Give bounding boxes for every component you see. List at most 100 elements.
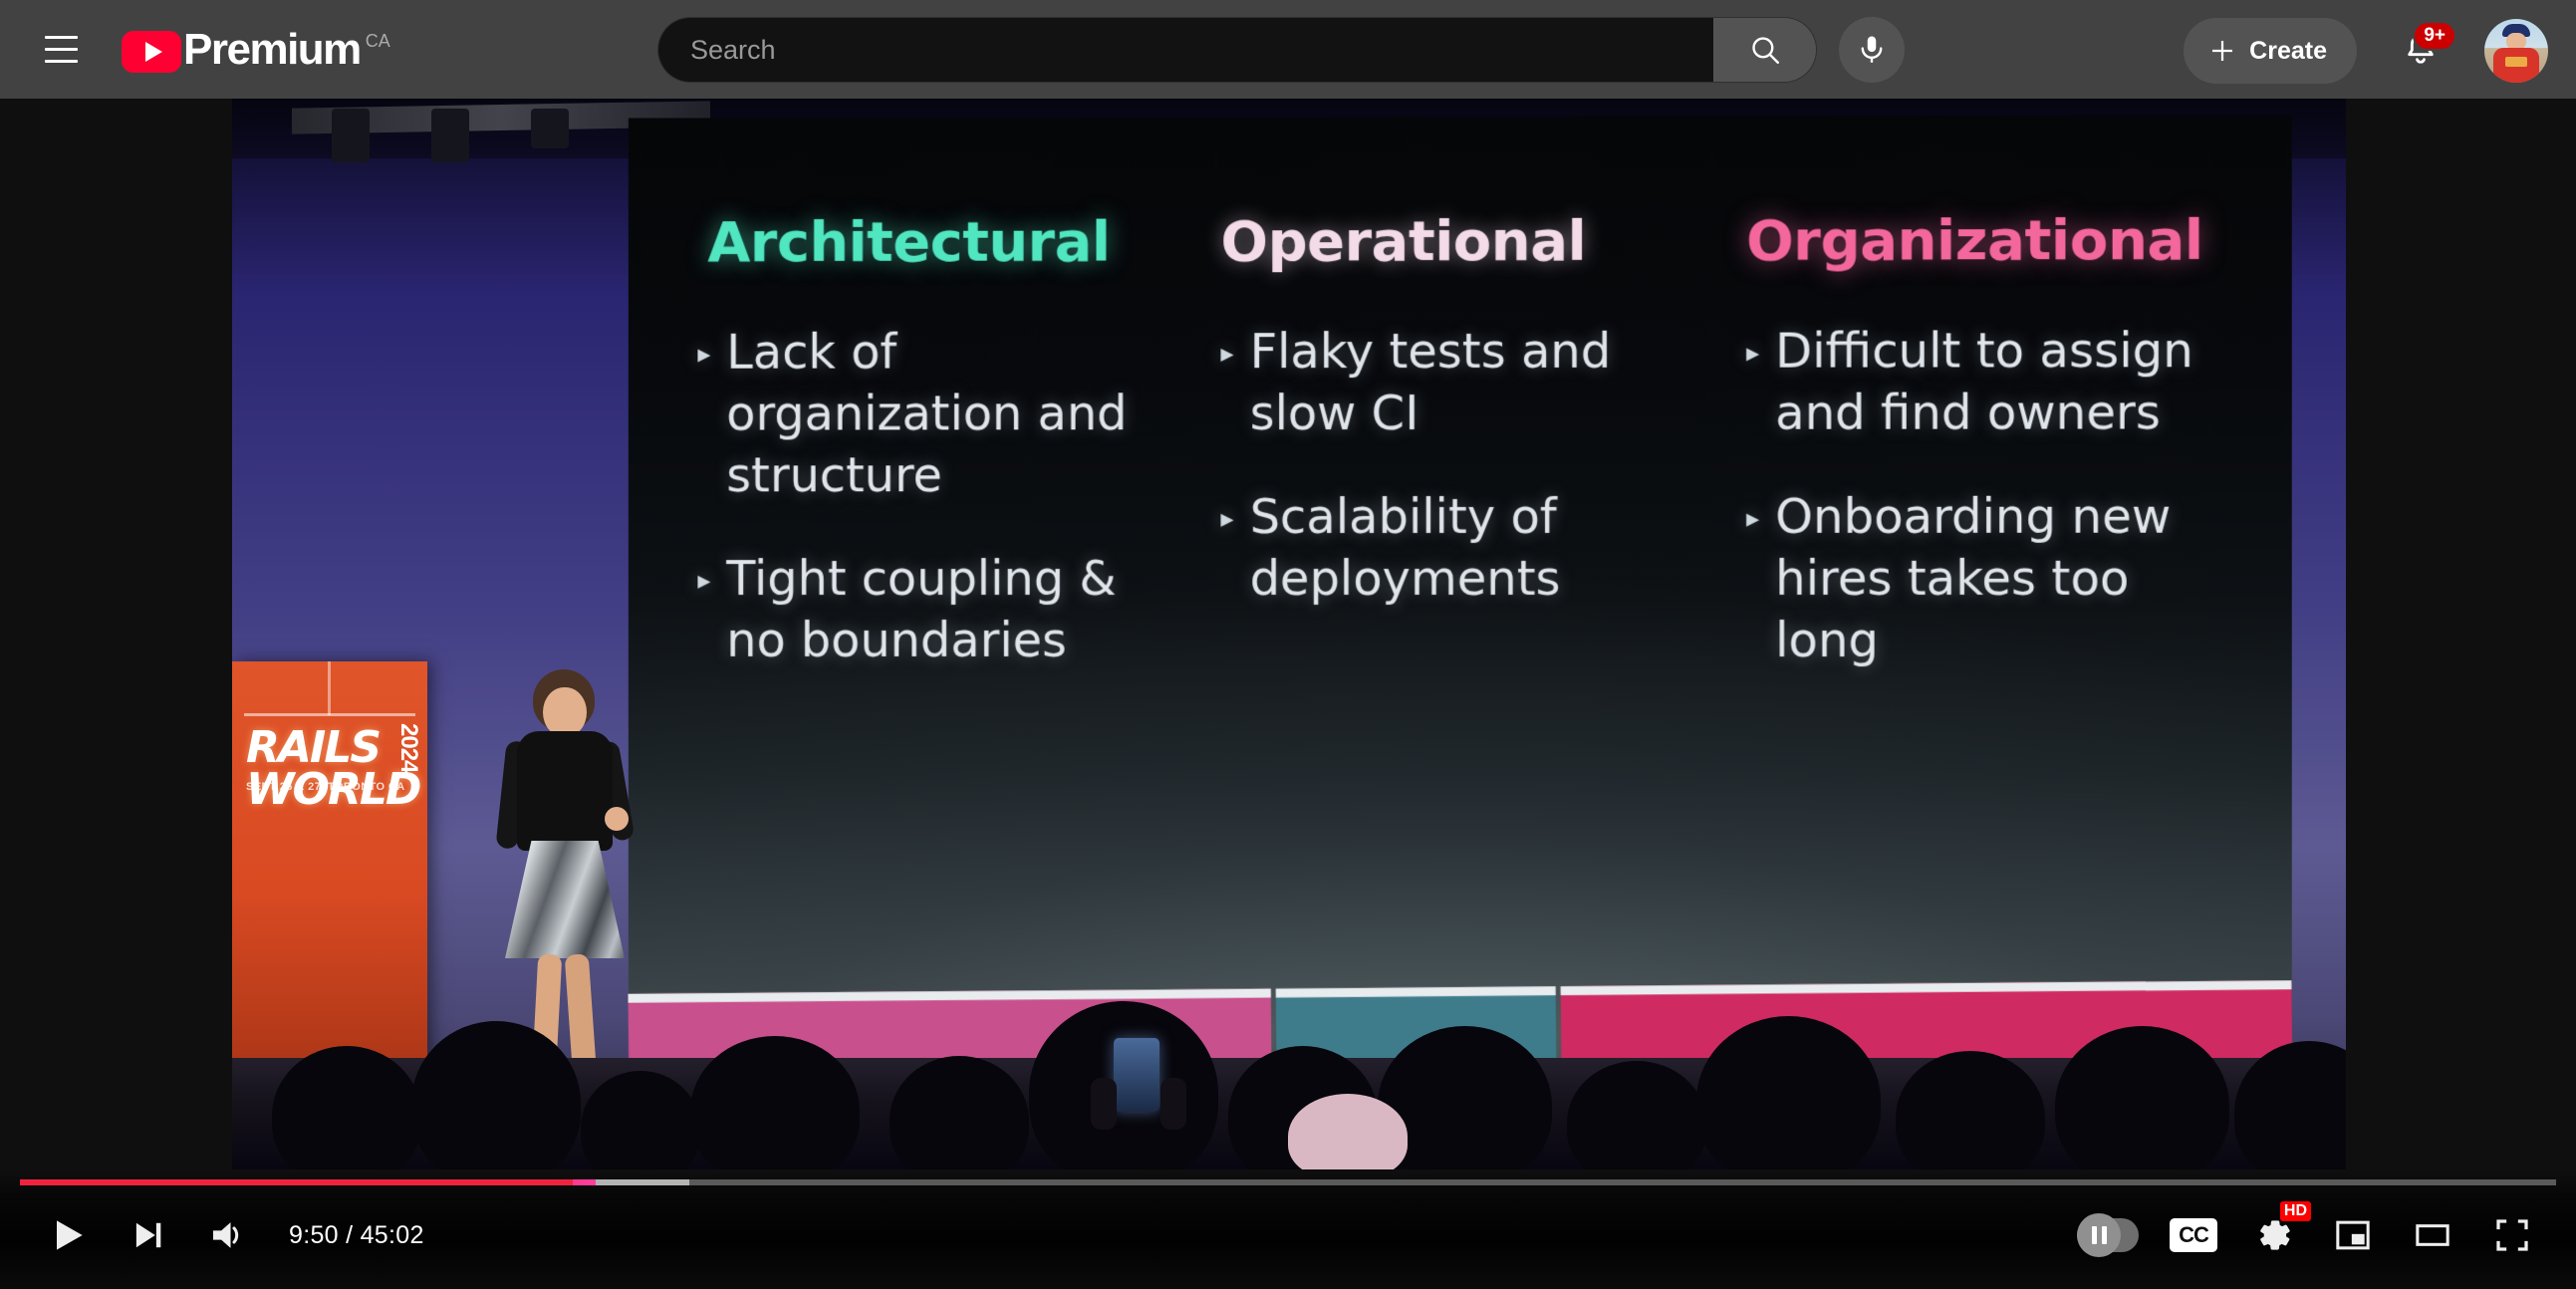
pause-bar [2101, 1226, 2107, 1244]
autoplay-toggle[interactable] [2062, 1195, 2154, 1275]
youtube-play-logo-icon [122, 30, 181, 73]
header-actions: Create 9+ [2184, 13, 2548, 89]
search-submit-button[interactable] [1713, 17, 1817, 83]
stage-light [332, 109, 370, 162]
play-triangle [144, 41, 162, 62]
slide-bullet: ▸ Onboarding new hires takes too long [1746, 486, 2221, 672]
hamburger-line [44, 48, 78, 51]
bullet-marker-icon: ▸ [1745, 503, 1760, 534]
slide-bullet: ▸ Flaky tests and slow CI [1221, 321, 1694, 444]
slide-bullet: ▸ Scalability of deployments [1221, 486, 1694, 610]
hamburger-line [44, 36, 78, 39]
audience-head [1696, 1016, 1881, 1169]
bullet-marker-icon: ▸ [697, 339, 711, 370]
miniplayer-button[interactable] [2313, 1195, 2393, 1275]
column-title: Organizational [1745, 207, 2203, 274]
hamburger-line [44, 60, 78, 63]
audience-head [272, 1046, 421, 1169]
audience-head [1567, 1061, 1706, 1169]
controls-left: 9:50 / 45:02 [28, 1195, 424, 1275]
next-video-button[interactable] [108, 1195, 187, 1275]
bullet-text: Lack of organization and structure [726, 324, 1128, 504]
bullet-text: Scalability of deployments [1249, 488, 1561, 608]
bullet-marker-icon: ▸ [697, 566, 711, 597]
audience-head [690, 1036, 860, 1169]
bullet-text: Flaky tests and slow CI [1249, 323, 1612, 442]
audience-head [2055, 1026, 2229, 1169]
podium-subtitle: SEPT 26 & 27, TORONTO CA [246, 781, 405, 793]
miniplayer-icon [2336, 1220, 2370, 1250]
progress-played [20, 1179, 574, 1185]
audience-hat [1288, 1094, 1408, 1169]
presenter-head [543, 687, 587, 737]
presenter-torso [517, 731, 613, 851]
stage-light [431, 109, 469, 162]
pause-bar [2091, 1226, 2097, 1244]
slide-bullet: ▸ Difficult to assign and find owners [1746, 320, 2221, 444]
cc-icon: CC [2170, 1218, 2217, 1252]
audience-phone [1114, 1038, 1159, 1112]
autoplay-track [2077, 1213, 2139, 1257]
audience-head [411, 1021, 581, 1169]
slide-bullet: ▸ Lack of organization and structure [697, 321, 1168, 506]
video-frame: Architectural ▸ Lack of organization and… [232, 99, 2346, 1169]
audience-hand [1160, 1078, 1186, 1130]
bullet-marker-icon: ▸ [1745, 338, 1760, 369]
avatar-shirt-graphic [2505, 57, 2527, 67]
hamburger-menu-icon[interactable] [28, 17, 94, 83]
notification-badge: 9+ [2413, 21, 2456, 51]
settings-button[interactable]: HD [2233, 1195, 2313, 1275]
cc-label: CC [2179, 1222, 2209, 1247]
audience-head [1896, 1051, 2045, 1169]
audience-head [581, 1071, 700, 1169]
stage-light [531, 109, 569, 148]
plus-icon [2212, 41, 2233, 61]
podium-divider [328, 661, 331, 715]
fullscreen-button[interactable] [2472, 1195, 2552, 1275]
next-icon [135, 1222, 161, 1248]
audience-hand [1091, 1078, 1117, 1130]
presenter-hand [605, 807, 629, 831]
progress-bar[interactable] [20, 1179, 2556, 1185]
slide-bullet: ▸ Tight coupling & no boundaries [697, 548, 1168, 671]
youtube-premium-logo[interactable]: Premium CA [122, 24, 390, 74]
volume-icon [213, 1222, 239, 1248]
bullet-text: Onboarding new hires takes too long [1775, 488, 2172, 669]
theater-icon [2416, 1224, 2449, 1246]
search-input[interactable] [690, 34, 1713, 66]
play-icon [57, 1220, 83, 1250]
audience-head [2234, 1041, 2346, 1169]
magnifier-icon [1751, 37, 1779, 64]
video-player[interactable]: Architectural ▸ Lack of organization and… [0, 99, 2576, 1289]
search-area [657, 17, 1905, 83]
column-title: Operational [1220, 208, 1587, 275]
voice-search-button[interactable] [1839, 17, 1905, 83]
subtitles-button[interactable]: CC [2154, 1195, 2233, 1275]
podium-line-1: RAILS [246, 722, 382, 773]
bullet-marker-icon: ▸ [1220, 504, 1234, 535]
volume-button[interactable] [187, 1195, 267, 1275]
create-button-label: Create [2249, 36, 2327, 65]
bullet-text: Tight coupling & no boundaries [726, 551, 1117, 668]
play-button[interactable] [28, 1195, 108, 1275]
create-button[interactable]: Create [2184, 18, 2357, 84]
notifications-button[interactable]: 9+ [2383, 13, 2458, 89]
brand-wordmark: Premium [183, 24, 362, 74]
podium-wordmark: RAILS WORLD [246, 722, 421, 812]
audience-head [890, 1056, 1029, 1169]
time-display: 9:50 / 45:02 [289, 1220, 424, 1249]
bullet-text: Difficult to assign and find owners [1775, 323, 2193, 441]
audience [232, 920, 2346, 1169]
microphone-icon [1861, 36, 1883, 63]
controls-right: CC HD [2062, 1195, 2552, 1275]
autoplay-knob [2077, 1213, 2121, 1257]
column-title: Architectural [707, 209, 1111, 276]
youtube-masthead: Premium CA Create [0, 0, 2576, 99]
hd-quality-badge: HD [2279, 1201, 2311, 1221]
podium-year: 2024 [395, 723, 422, 773]
fullscreen-icon [2496, 1219, 2528, 1251]
account-avatar[interactable] [2484, 19, 2548, 83]
theater-mode-button[interactable] [2393, 1195, 2472, 1275]
search-box[interactable] [657, 17, 1713, 83]
bullet-marker-icon: ▸ [1220, 339, 1234, 370]
